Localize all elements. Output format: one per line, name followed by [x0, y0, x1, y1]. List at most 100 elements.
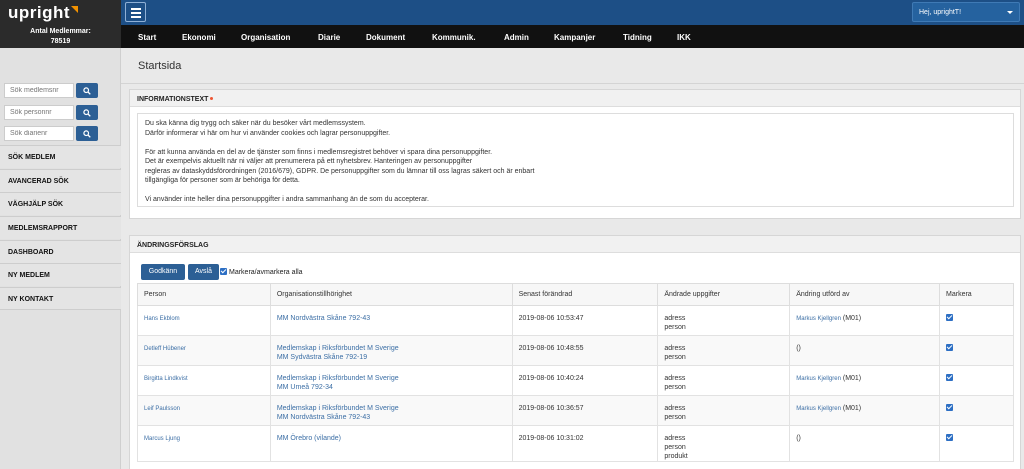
changed-field: person [664, 354, 686, 361]
person-link[interactable]: Detleff Hübener [144, 346, 186, 352]
info-line: Du ska känna dig trygg och säker när du … [145, 120, 366, 127]
row-checkbox[interactable] [946, 404, 954, 411]
table-row: Detleff Hübener Medlemskap i Riksförbund… [137, 335, 1014, 366]
nav-admin[interactable]: Admin [504, 33, 529, 42]
search-icon [83, 109, 91, 117]
approve-button[interactable]: Godkänn [141, 264, 185, 280]
main-content: Startsida INFORMATIONSTEXT Du ska känna … [121, 48, 1024, 469]
nav-ikk[interactable]: IKK [677, 33, 691, 42]
col-last-changed[interactable]: Senast förändrad [511, 283, 659, 306]
sidebar-item-new-contact[interactable]: NY KONTAKT [0, 287, 121, 310]
sidebar-item-roadside-search[interactable]: VÄGHJÄLP SÖK [0, 192, 121, 215]
table-header-row: Person Organisationstillhörighet Senast … [137, 283, 1014, 306]
changed-field: person [664, 384, 686, 391]
logo-mark-icon [71, 6, 79, 13]
sidebar-item-new-member[interactable]: NY MEDLEM [0, 263, 121, 286]
changed-by-link[interactable]: Markus Kjellgren [796, 406, 841, 412]
user-greeting: Hej, uprightT! [919, 9, 962, 16]
caret-down-icon [1007, 11, 1013, 14]
row-checkbox[interactable] [946, 344, 954, 351]
changes-panel: ÄNDRINGSFÖRSLAG Godkänn Avslå Markera/av… [129, 235, 1021, 469]
sidebar-item-advanced-search[interactable]: AVANCERAD SÖK [0, 169, 121, 192]
info-line: tillgängliga för personer som är behörig… [145, 177, 300, 184]
mark-all-label: Markera/avmarkera alla [229, 269, 303, 276]
nav-kommunik[interactable]: Kommunik. [432, 33, 476, 42]
col-mark[interactable]: Markera [939, 283, 1014, 306]
logo[interactable]: upright [8, 3, 79, 23]
person-link[interactable]: Leif Paulsson [144, 406, 180, 412]
sidebar-item-search-member[interactable]: SÖK MEDLEM [0, 145, 121, 168]
menu-toggle-icon[interactable] [125, 2, 146, 22]
org-link[interactable]: MM Örebro (vilande) [277, 435, 341, 442]
changed-field: adress [664, 375, 686, 382]
org-link[interactable]: MM Sydvästra Skåne 792-19 [277, 354, 367, 361]
search-member-input[interactable] [4, 83, 74, 98]
info-line: Därför informerar vi här om hur vi använ… [145, 129, 391, 137]
table-row: Birgitta Lindkvist Medlemskap i Riksförb… [137, 365, 1014, 396]
search-person-button[interactable] [76, 105, 98, 120]
changed-by-link[interactable]: Markus Kjellgren [796, 376, 841, 382]
col-person[interactable]: Person [137, 283, 271, 306]
col-changed-by[interactable]: Ändring utförd av [789, 283, 941, 306]
info-panel-header: INFORMATIONSTEXT [130, 90, 1020, 107]
person-link[interactable]: Birgitta Lindkvist [144, 376, 188, 382]
member-count-label: Antal Medlemmar: [30, 28, 91, 35]
search-icon [83, 87, 91, 95]
changes-table: Person Organisationstillhörighet Senast … [137, 283, 1014, 462]
search-person-input[interactable] [4, 105, 74, 120]
table-row: Hans Ekblom MM Nordvästra Skåne 792-43 2… [137, 305, 1014, 336]
row-checkbox[interactable] [946, 374, 954, 381]
changed-field: adress [664, 345, 686, 352]
info-text: Du ska känna dig trygg och säker när du … [137, 113, 1014, 207]
org-link[interactable]: MM Nordvästra Skåne 792-43 [277, 414, 370, 421]
info-line: Vi använder inte heller dina personuppgi… [145, 196, 429, 203]
changed-by-code: () [796, 435, 801, 442]
changed-date: 2019-08-06 10:48:55 [511, 335, 659, 366]
changed-by-code: (M01) [842, 315, 862, 322]
nav-start[interactable]: Start [138, 33, 156, 42]
table-row: Marcus Ljung MM Örebro (vilande) 2019-08… [137, 425, 1014, 462]
row-checkbox[interactable] [946, 314, 954, 321]
org-link[interactable]: MM Umeå 792-34 [277, 384, 333, 391]
changed-by-code: (M01) [842, 405, 862, 412]
sidebar-item-dashboard[interactable]: DASHBOARD [0, 240, 121, 263]
search-diary-input[interactable] [4, 126, 74, 141]
mark-all-toggle[interactable]: Markera/avmarkera alla [220, 268, 303, 276]
changed-by-code: (M01) [842, 375, 862, 382]
person-link[interactable]: Hans Ekblom [144, 316, 180, 322]
reject-button[interactable]: Avslå [188, 264, 219, 280]
checkbox-checked-icon[interactable] [220, 268, 227, 275]
info-panel: INFORMATIONSTEXT Du ska känna dig trygg … [129, 89, 1021, 219]
main-nav: Start Ekonomi Organisation Diarie Dokume… [121, 25, 1024, 48]
user-menu-dropdown[interactable]: Hej, uprightT! [912, 2, 1020, 22]
search-member-row [4, 83, 98, 98]
col-organisation[interactable]: Organisationstillhörighet [269, 283, 513, 306]
nav-tidning[interactable]: Tidning [623, 33, 652, 42]
nav-dokument[interactable]: Dokument [366, 33, 405, 42]
search-diary-button[interactable] [76, 126, 98, 141]
nav-diarie[interactable]: Diarie [318, 33, 340, 42]
changed-field: person [664, 414, 686, 421]
brand-panel: upright Antal Medlemmar: 78519 [0, 0, 121, 48]
row-checkbox[interactable] [946, 434, 954, 441]
top-bar: Hej, uprightT! [121, 0, 1024, 25]
nav-ekonomi[interactable]: Ekonomi [182, 33, 216, 42]
search-member-button[interactable] [76, 83, 98, 98]
required-dot-icon [210, 97, 214, 100]
sidebar: SÖK MEDLEM AVANCERAD SÖK VÄGHJÄLP SÖK ME… [0, 48, 121, 469]
person-link[interactable]: Marcus Ljung [144, 436, 180, 442]
search-diary-row [4, 126, 98, 141]
nav-organisation[interactable]: Organisation [241, 33, 290, 42]
org-link[interactable]: Medlemskap i Riksförbundet M Sverige [277, 405, 399, 412]
sidebar-item-member-report[interactable]: MEDLEMSRAPPORT [0, 216, 121, 239]
changed-field: adress [664, 405, 686, 412]
divider [121, 83, 1024, 84]
org-link[interactable]: Medlemskap i Riksförbundet M Sverige [277, 375, 399, 382]
changed-field: adress [664, 435, 686, 442]
org-link[interactable]: Medlemskap i Riksförbundet M Sverige [277, 345, 399, 352]
info-panel-title: INFORMATIONSTEXT [137, 96, 209, 103]
changed-by-link[interactable]: Markus Kjellgren [796, 316, 841, 322]
nav-kampanjer[interactable]: Kampanjer [554, 33, 595, 42]
col-changed-fields[interactable]: Ändrade uppgifter [657, 283, 791, 306]
org-link[interactable]: MM Nordvästra Skåne 792-43 [277, 315, 370, 322]
